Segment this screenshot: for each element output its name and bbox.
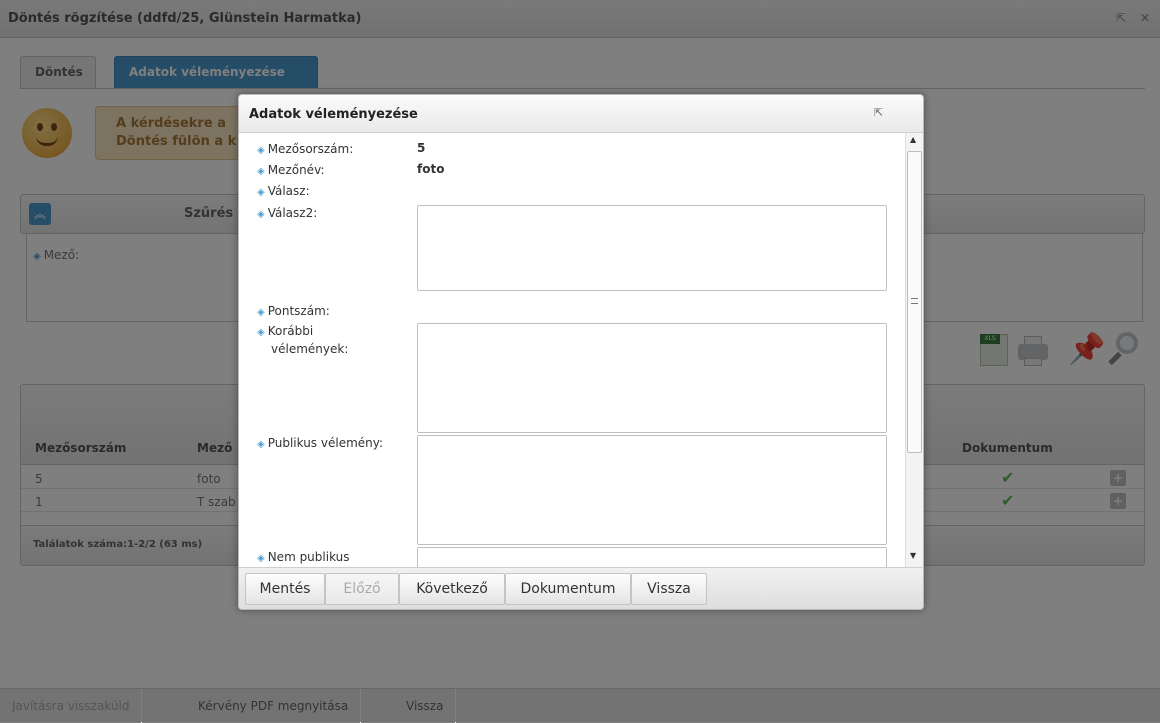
answer-label: ◈ Válasz: bbox=[257, 184, 310, 198]
dialog-form: ◈ Mezősorszám: 5 ◈ Mezőnév: foto ◈ Válasz: … bbox=[239, 133, 905, 567]
opinion-dialog: Adatok véleményezése ⇱ ◈ Mezősorszám: 5 ◈… bbox=[238, 94, 924, 610]
answer2-label: ◈ Válasz2: bbox=[257, 206, 318, 220]
dialog-button-bar: Mentés Előző Következő Dokumentum Vissza bbox=[239, 567, 923, 609]
scroll-up-icon[interactable]: ▲ bbox=[910, 135, 916, 144]
diamond-icon: ◈ bbox=[257, 166, 265, 177]
scroll-down-icon[interactable]: ▼ bbox=[910, 551, 916, 560]
diamond-icon: ◈ bbox=[257, 327, 265, 338]
previous-opinions-label: ◈ Korábbi vélemények: bbox=[257, 324, 349, 356]
diamond-icon: ◈ bbox=[257, 209, 265, 220]
dialog-titlebar: Adatok véleményezése ⇱ bbox=[239, 95, 923, 133]
diamond-icon: ◈ bbox=[257, 187, 265, 198]
diamond-icon: ◈ bbox=[257, 553, 265, 564]
popout-icon[interactable]: ⇱ bbox=[874, 106, 883, 119]
diamond-icon: ◈ bbox=[257, 145, 265, 156]
field-number-value: 5 bbox=[417, 141, 426, 155]
previous-opinions-textarea[interactable] bbox=[417, 323, 887, 433]
scroll-thumb[interactable] bbox=[907, 151, 922, 453]
diamond-icon: ◈ bbox=[257, 439, 265, 450]
field-number-label: ◈ Mezősorszám: bbox=[257, 142, 354, 156]
document-button[interactable]: Dokumentum bbox=[505, 573, 631, 605]
diamond-icon: ◈ bbox=[257, 307, 265, 318]
public-opinion-label: ◈ Publikus vélemény: bbox=[257, 436, 384, 450]
answer2-textarea[interactable] bbox=[417, 205, 887, 291]
field-name-label: ◈ Mezőnév: bbox=[257, 163, 325, 177]
dialog-scrollbar[interactable]: ▲ ▼ bbox=[905, 133, 923, 567]
back-button[interactable]: Vissza bbox=[631, 573, 707, 605]
non-public-textarea[interactable] bbox=[417, 547, 887, 567]
next-button[interactable]: Következő bbox=[399, 573, 505, 605]
previous-button[interactable]: Előző bbox=[325, 573, 399, 605]
public-opinion-textarea[interactable] bbox=[417, 435, 887, 545]
dialog-title: Adatok véleményezése bbox=[249, 107, 418, 122]
non-public-label: ◈ Nem publikus bbox=[257, 550, 350, 564]
score-label: ◈ Pontszám: bbox=[257, 304, 330, 318]
field-name-value: foto bbox=[417, 162, 445, 176]
save-button[interactable]: Mentés bbox=[245, 573, 325, 605]
